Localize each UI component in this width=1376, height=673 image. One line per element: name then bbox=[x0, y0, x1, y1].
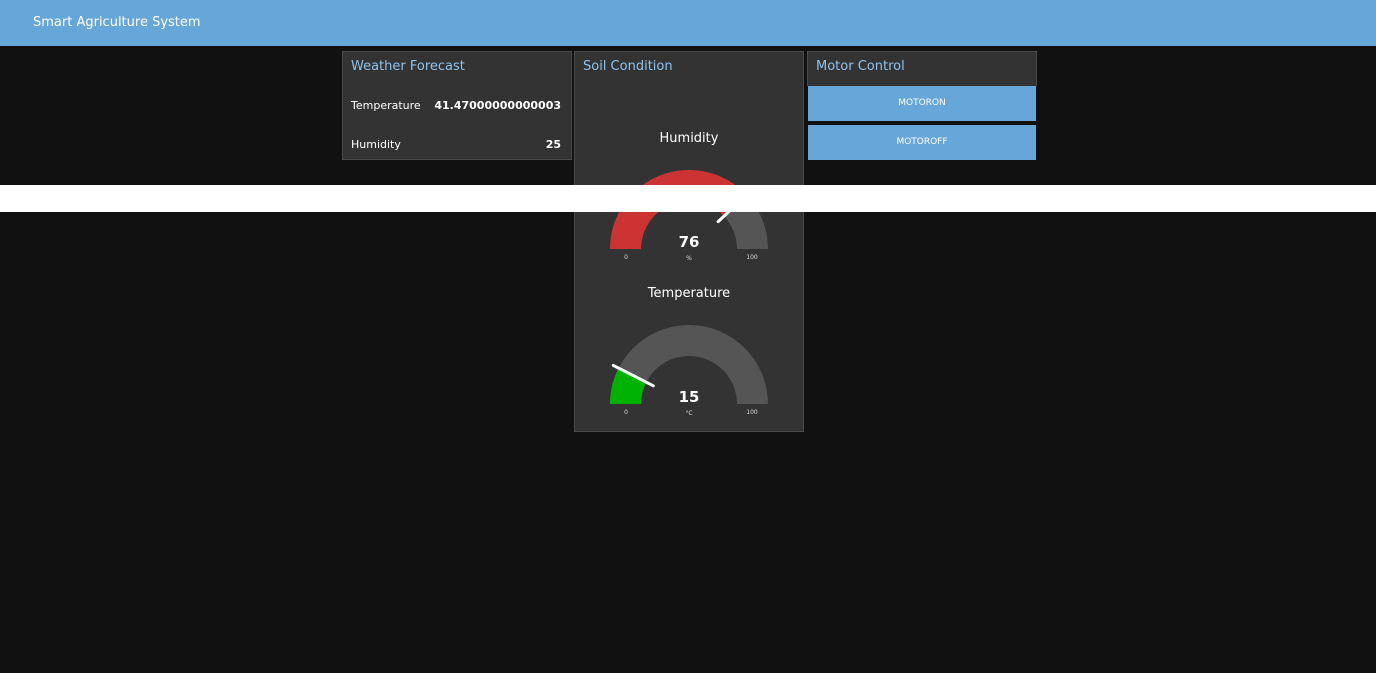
humidity-gauge-unit: % bbox=[686, 255, 692, 262]
weather-humidity-value: 25 bbox=[545, 138, 561, 151]
motor-control-title: Motor Control bbox=[816, 59, 905, 74]
weather-humidity-label: Humidity bbox=[351, 138, 401, 151]
temperature-gauge: 15 °C 0 100 bbox=[610, 325, 768, 417]
temperature-gauge-max: 100 bbox=[746, 409, 758, 416]
weather-forecast-title: Weather Forecast bbox=[351, 59, 465, 74]
weather-temperature-value: 41.47000000000003 bbox=[434, 99, 561, 112]
motor-control-card: Motor Control bbox=[807, 51, 1037, 86]
soil-condition-card: Soil Condition Humidity 76% 0 100 Temperat… bbox=[574, 51, 804, 432]
weather-forecast-card: Weather Forecast Temperature 41.47000000… bbox=[342, 51, 572, 160]
motor-off-button[interactable]: MOTOROFF bbox=[808, 125, 1036, 160]
humidity-gauge-max: 100 bbox=[746, 254, 758, 261]
motor-on-button[interactable]: MOTORON bbox=[808, 86, 1036, 121]
top-bar: Smart Agriculture System bbox=[0, 0, 1376, 46]
soil-condition-title: Soil Condition bbox=[583, 59, 673, 74]
temperature-gauge-value: 15 bbox=[679, 388, 700, 406]
humidity-gauge-title: Humidity bbox=[659, 131, 719, 146]
dashboard-page: Smart Agriculture System Weather Forecas… bbox=[0, 0, 1376, 673]
humidity-gauge-min: 0 bbox=[624, 254, 628, 261]
temperature-gauge-min: 0 bbox=[624, 409, 628, 416]
weather-temperature-label: Temperature bbox=[351, 99, 421, 112]
app-title: Smart Agriculture System bbox=[33, 15, 201, 30]
temperature-gauge-title: Temperature bbox=[647, 286, 731, 301]
overlay-strip bbox=[0, 185, 1376, 212]
humidity-gauge-value: 76 bbox=[679, 233, 700, 251]
temperature-gauge-unit: °C bbox=[685, 410, 692, 417]
